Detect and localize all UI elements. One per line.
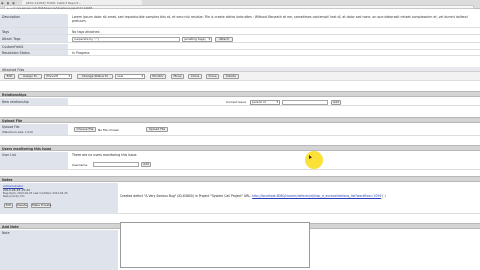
cursor-pointer-icon (309, 155, 312, 159)
attach-tags-input[interactable]: (separate by ",") (72, 36, 180, 42)
current-issue-label: Current issue (226, 100, 246, 104)
note-text: Created defect "A Very Serious Bug" (ID-… (120, 194, 252, 198)
delete-button[interactable]: Delete (223, 74, 239, 79)
move-button[interactable]: Move (171, 74, 184, 79)
note-textarea[interactable] (120, 222, 310, 268)
monitor-button[interactable]: Monitor (150, 74, 166, 79)
upload-section[interactable]: Upload File (0, 117, 480, 123)
note-role: New priority info (3, 195, 25, 198)
monitoring-row: User List There are no users monitoring … (0, 152, 480, 170)
upload-row: Upload File (Maximum size: 1.0 K) Choose… (0, 124, 480, 136)
add-note-title: Add Note (2, 225, 19, 229)
resolution-value: In Progress (72, 51, 90, 55)
username-input[interactable] (93, 161, 139, 167)
attach-tags-row: Attach Tags (separate by ",") (existing … (0, 35, 480, 43)
assign-to-button[interactable]: Assign To (18, 74, 42, 79)
tags-value: No tags attached. (72, 29, 101, 34)
attach-tags-label: Attach Tags (2, 37, 21, 41)
note-edit-button[interactable]: Edit (4, 203, 13, 208)
assign-select[interactable]: [Myself] (44, 74, 72, 79)
status-select[interactable]: new (115, 74, 145, 79)
notes-title: Notes (2, 178, 13, 182)
window-controls[interactable]: ● ● ● (1, 1, 16, 5)
relationship-row: New relationship Current issue parent of… (0, 98, 480, 106)
attach-button[interactable]: Attach (215, 36, 233, 42)
tags-label: Tags (2, 29, 10, 34)
add-relationship-button[interactable]: Add (331, 99, 341, 105)
note-suffix: ( ) (381, 194, 386, 198)
resolution-row: Resolution Status In Progress (0, 50, 480, 56)
upload-file-button[interactable]: Upload File (146, 127, 168, 132)
browser-chrome: ● ● ● [#SC-14093] TODO: Defect Report...… (0, 0, 480, 10)
choose-file-button[interactable]: Choose File (74, 127, 96, 132)
label-cell (0, 28, 68, 34)
change-status-button[interactable]: Change Status To (77, 74, 113, 79)
note-label: Note (2, 231, 10, 235)
note-body: Created defect "A Very Serious Bug" (ID-… (120, 194, 476, 198)
monitoring-title: Users monitoring this issue (2, 147, 52, 151)
relation-type-select[interactable]: parent of (250, 99, 280, 105)
note-delete-button[interactable]: Delete (16, 203, 28, 208)
clone-button[interactable]: Clone (188, 74, 202, 79)
attached-files-title: Attached Files (2, 67, 25, 72)
close-button[interactable]: Close (206, 74, 219, 79)
custom-field-label: CustomField1 (2, 45, 24, 49)
no-monitor-text: There are no users monitoring this issue… (72, 153, 138, 157)
description-text: Lorem ipsum dolor sit amet, sed reproduc… (72, 15, 468, 24)
note-private-button[interactable]: Make Private (31, 203, 51, 208)
label-cell (0, 230, 118, 270)
address-text: ← → C cvs.server.com:8443/secure/ViewIss… (7, 5, 93, 10)
relationships-title: Relationships (2, 93, 27, 97)
existing-tags-select[interactable]: (existing tags) (182, 36, 212, 42)
address-bar[interactable]: ← → C cvs.server.com:8443/secure/ViewIss… (4, 5, 474, 10)
edit-button[interactable]: Edit (4, 74, 15, 79)
description-row: Description Lorem ipsum dolor sit amet, … (0, 14, 480, 28)
upload-title: Upload File (2, 119, 23, 123)
no-file-text: No file chosen (98, 128, 120, 132)
new-relationship-label: New relationship (2, 100, 29, 104)
relationships-section[interactable]: Relationships (0, 91, 480, 97)
monitoring-section[interactable]: Users monitoring this issue (0, 145, 480, 151)
add-monitor-button[interactable]: Add (141, 161, 151, 167)
mouse-cursor-highlight (305, 151, 323, 169)
note-entry: administrator 2013-04-25 15:22 Bug-Dash,… (0, 183, 480, 214)
tags-row: Tags No tags attached. (0, 28, 480, 35)
username-label: Username (72, 162, 88, 167)
user-list-label: User List (2, 153, 16, 157)
related-issue-input[interactable] (282, 99, 328, 105)
notes-section[interactable]: Notes (0, 176, 480, 182)
note-link[interactable]: http://localhost:8080/tracker/defects/id… (252, 194, 381, 198)
resolution-label: Resolution Status (2, 51, 30, 55)
upload-label: Upload File (2, 125, 20, 129)
upload-max-size: (Maximum size: 1.0 K) (2, 129, 34, 134)
description-label: Description (2, 15, 21, 19)
action-bar: Edit Assign To [Myself] Change Status To… (0, 72, 480, 81)
